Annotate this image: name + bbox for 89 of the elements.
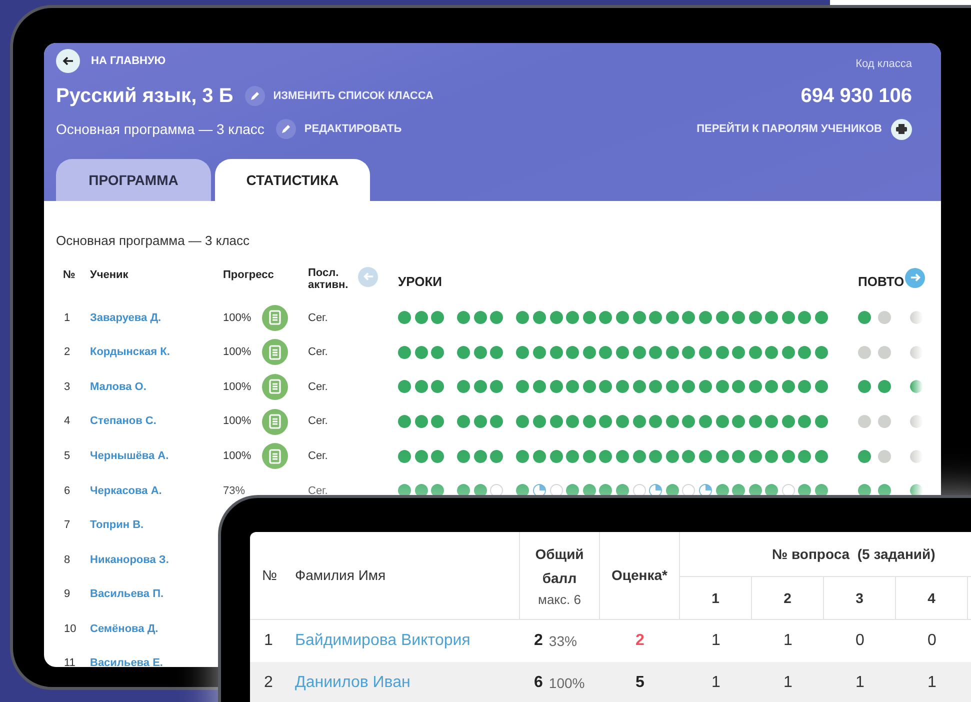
column-header: Ученик	[90, 268, 130, 282]
column-header: 2	[752, 577, 824, 619]
column-header: Общий балл	[534, 544, 584, 588]
edit-list-link[interactable]: ИЗМЕНИТЬ СПИСОК КЛАССА	[245, 86, 434, 106]
progress-value: 100%	[223, 415, 252, 428]
student-passwords-link[interactable]: ПЕРЕЙТИ К ПАРОЛЯМ УЧЕНИКОВ	[696, 118, 912, 140]
table-cell-text: 1	[782, 631, 794, 651]
last-activity: Сег.	[308, 448, 329, 464]
code-label: Код класса	[856, 57, 912, 72]
progress-value: 100%	[223, 346, 252, 358]
last-activity: Сег.	[308, 414, 329, 430]
student-name-link[interactable]: Топрин В.	[90, 519, 144, 532]
table-cell-text: 1	[782, 673, 794, 693]
scroll-right-icon[interactable]	[905, 268, 926, 288]
table-cell-text: 1	[854, 673, 866, 693]
report-icon[interactable]	[262, 408, 288, 435]
last-activity: Сег.	[308, 310, 329, 326]
scroll-left-icon[interactable]	[358, 266, 378, 286]
last-activity: Сег.	[308, 345, 329, 360]
column-header: Оценка*	[600, 532, 680, 619]
tab[interactable]: ПРОГРАММА	[56, 159, 211, 201]
class-code: 694 930 106	[800, 84, 912, 109]
column-header: Фамилия Имя	[285, 532, 520, 619]
row-number: 1	[64, 312, 70, 324]
section-title: Основная программа — 3 класс	[56, 232, 251, 250]
progress-value: 73%	[223, 484, 246, 497]
column-header: №	[62, 268, 76, 282]
table-cell-text: 33%	[548, 632, 577, 650]
progress-value: 100%	[223, 312, 252, 324]
report-icon[interactable]	[262, 443, 288, 470]
pencil-icon	[276, 119, 296, 139]
row-number: 2	[64, 346, 70, 358]
row-number: 8	[64, 554, 70, 566]
back-link[interactable]: НА ГЛАВНУЮ	[56, 49, 166, 73]
row-number: 3	[64, 380, 70, 393]
row-number: 4	[64, 415, 70, 428]
column-header: №	[261, 566, 278, 585]
last-activity: Сег.	[308, 484, 329, 499]
student-name-link[interactable]: Васильева Е.	[90, 657, 163, 667]
table-cell-text: 6	[534, 673, 543, 693]
table-cell-text: 0	[926, 631, 938, 651]
table-cell-text: 0	[854, 631, 866, 651]
row-number: 6	[64, 484, 70, 497]
student-name-link[interactable]: Никанорова З.	[90, 554, 169, 566]
student-name-link[interactable]: Малова О.	[90, 380, 146, 393]
column-subheader: макс. 6	[538, 590, 581, 609]
program-subtitle: Основная программа — 3 класс	[56, 120, 264, 139]
student-name-link[interactable]: Семёнова Д.	[90, 622, 158, 635]
table-cell-text: 1	[263, 631, 274, 651]
table-cell-text: 1	[710, 673, 722, 693]
report-icon[interactable]	[262, 304, 288, 331]
progress-value: 100%	[223, 380, 252, 393]
report-icon[interactable]	[262, 339, 288, 366]
edit-link[interactable]: РЕДАКТИРОВАТЬ	[276, 119, 402, 139]
column-header: № вопроса (5 заданий)	[680, 532, 971, 577]
row-number: 7	[64, 519, 70, 532]
student-name-link[interactable]: Заваруева Д.	[90, 312, 162, 324]
column-header: 1	[680, 577, 752, 619]
progress-value: 100%	[223, 450, 252, 462]
column-header: УРОКИ	[398, 272, 443, 290]
column-header: 4	[896, 577, 968, 619]
student-name-link[interactable]: Чернышёва А.	[90, 450, 169, 462]
table-cell-text: 2	[534, 631, 543, 651]
student-name-link[interactable]: Васильева П.	[90, 588, 164, 600]
class-title: Русский язык, 3 Б	[56, 84, 234, 109]
tab[interactable]: СТАТИСТИКА	[215, 159, 370, 201]
table-cell-text: 1	[710, 631, 722, 651]
report-icon[interactable]	[262, 374, 288, 400]
column-header: ПОВТО	[858, 272, 904, 290]
column-header: Прогресс	[223, 268, 275, 282]
column-header: Посл. активн.	[308, 266, 350, 290]
pencil-icon	[245, 86, 266, 106]
column-header: 3	[824, 577, 896, 619]
table-cell-text: 100%	[548, 674, 585, 692]
row-number: 10	[64, 622, 76, 635]
grade-cell-text: 5	[634, 673, 646, 693]
row-number: 9	[64, 588, 70, 600]
student-name-link[interactable]: Даниилов Иван	[285, 671, 520, 695]
student-name-link[interactable]: Черкасова А.	[90, 484, 162, 497]
row-number: 11	[64, 657, 76, 667]
table-cell-text: 1	[926, 673, 938, 693]
table-cell-text: 2	[263, 673, 274, 693]
student-name-link[interactable]: Кордынская К.	[90, 346, 170, 358]
row-number: 5	[64, 450, 70, 462]
last-activity: Сег.	[308, 380, 329, 395]
grade-cell-text: 2	[634, 631, 646, 651]
printer-icon	[891, 118, 912, 140]
student-name-link[interactable]: Байдимирова Виктория	[285, 629, 520, 653]
student-name-link[interactable]: Степанов С.	[90, 415, 156, 428]
